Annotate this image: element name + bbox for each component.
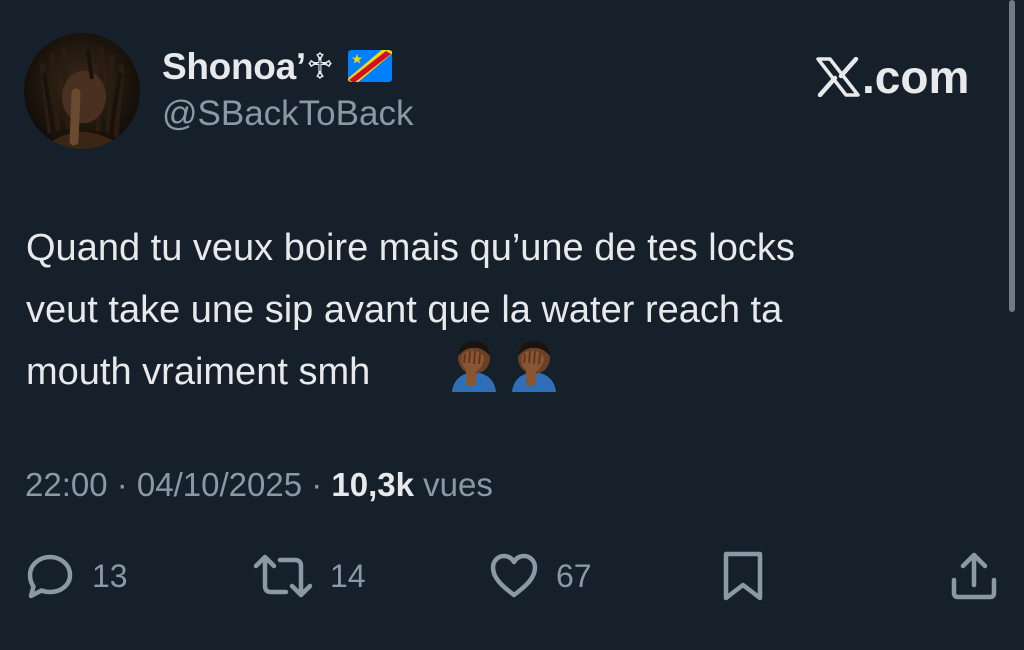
views-label: vues [414, 466, 493, 503]
tweet-meta: 22:00 · 04/10/2025 · 10,3k vues [25, 466, 493, 504]
profile-photo [24, 33, 140, 149]
repost-count: 14 [330, 557, 366, 594]
face-palm-icon [512, 341, 556, 392]
reply-icon [27, 554, 73, 599]
share-icon [951, 552, 997, 600]
tweet-card: Shonoa’♱ @SBackToBack .com Quand tu veux… [0, 0, 1024, 650]
scrollbar[interactable] [1009, 0, 1015, 312]
action-bar: 13 14 67 [0, 548, 1024, 604]
tweet-date[interactable]: 04/10/2025 [137, 466, 302, 503]
share-button[interactable] [948, 548, 1000, 604]
bookmark-icon [723, 551, 763, 601]
meta-separator: · [107, 466, 137, 503]
face-palm-icon [452, 341, 496, 392]
repost-button[interactable]: 14 [252, 548, 366, 604]
heart-icon [490, 553, 538, 598]
flag-cd-icon [347, 50, 392, 82]
tweet-time[interactable]: 22:00 [25, 466, 108, 503]
display-name[interactable]: Shonoa’♱ [162, 45, 334, 88]
bookmark-button[interactable] [718, 548, 768, 604]
avatar[interactable] [24, 33, 140, 149]
watermark-label: .com [862, 51, 970, 103]
reply-button[interactable]: 13 [24, 548, 128, 604]
watermark: .com [816, 51, 970, 103]
meta-separator: · [302, 466, 332, 503]
like-count: 67 [556, 557, 592, 594]
reply-count: 13 [92, 557, 128, 594]
like-button[interactable]: 67 [488, 548, 592, 604]
emoji-row [446, 336, 562, 392]
x-logo-icon [816, 57, 860, 97]
display-name-row: Shonoa’♱ [162, 44, 392, 88]
repost-icon [253, 554, 313, 598]
author-handle[interactable]: @SBackToBack [162, 94, 413, 134]
view-count: 10,3k [331, 466, 415, 503]
